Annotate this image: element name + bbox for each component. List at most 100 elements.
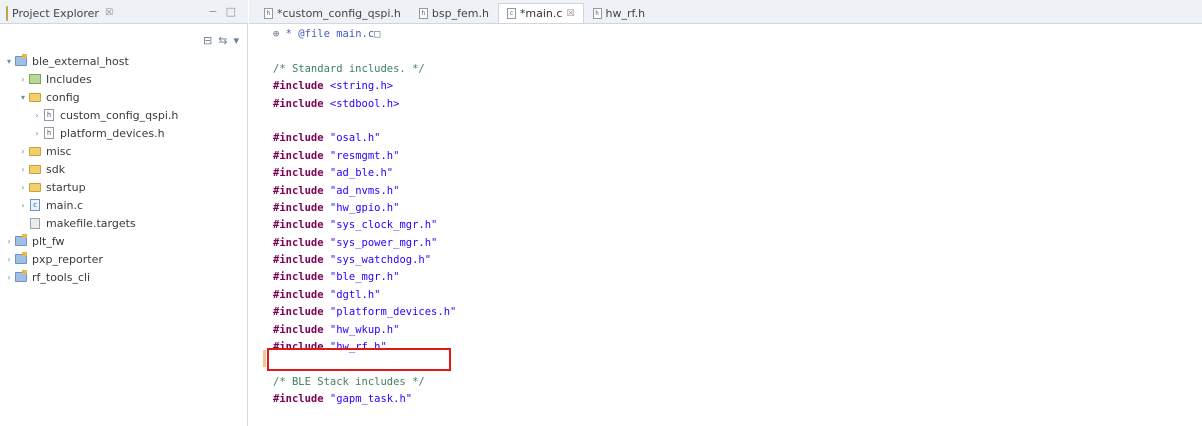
tree-item[interactable]: ▾ ble_external_host xyxy=(4,52,247,70)
code-line: #include "ad_ble.h" xyxy=(273,165,1202,182)
collapse-arrow-icon[interactable]: › xyxy=(32,111,42,120)
changed-line-marker xyxy=(263,350,266,367)
header-file-icon: h xyxy=(418,8,428,19)
expand-arrow-icon[interactable]: ▾ xyxy=(4,57,14,66)
tree-item-label: sdk xyxy=(46,162,66,176)
tab-label: bsp_fem.h xyxy=(431,7,489,20)
tree-item-label: makefile.targets xyxy=(46,216,136,230)
code-token: #include xyxy=(273,149,324,162)
tree-item-label: main.c xyxy=(46,198,84,212)
tree-item[interactable]: makefile.targets xyxy=(4,214,247,232)
tree-item[interactable]: › c main.c xyxy=(4,196,247,214)
code-line: #include "platform_devices.h" xyxy=(273,304,1202,321)
project-icon xyxy=(14,234,28,247)
code-token: #include xyxy=(273,97,324,110)
code-token: <string.h> xyxy=(329,80,394,93)
collapse-arrow-icon[interactable]: › xyxy=(18,165,28,174)
tree-item[interactable]: ▾ config xyxy=(4,88,247,106)
editor-tabbar: h *custom_config_qspi.h h bsp_fem.h c *main.c… xyxy=(249,0,1202,24)
header-file-icon: h xyxy=(592,8,602,19)
code-token: "sys_watchdog.h" xyxy=(329,254,432,267)
tab-label: Project Explorer xyxy=(12,6,99,20)
link-with-editor-icon[interactable]: ⇆ xyxy=(218,34,227,47)
collapse-all-icon[interactable]: ⊟ xyxy=(203,34,212,47)
collapse-arrow-icon[interactable]: › xyxy=(32,129,42,138)
tree-item[interactable]: › misc xyxy=(4,142,247,160)
project-icon xyxy=(14,54,28,67)
tree-item-label: rf_tools_cli xyxy=(32,270,91,284)
code-line: #include "ad_nvms.h" xyxy=(273,183,1202,200)
minimize-icon[interactable]: − xyxy=(208,5,217,18)
tab-bsp-fem-h[interactable]: h bsp_fem.h xyxy=(410,3,498,23)
tab-main-c[interactable]: c *main.c ☒ xyxy=(497,3,584,23)
code-line: #include "sys_clock_mgr.h" xyxy=(273,217,1202,234)
tree-item[interactable]: › h custom_config_qspi.h xyxy=(4,106,247,124)
code-token: /* BLE Stack includes */ xyxy=(273,375,425,388)
tree-item[interactable]: › Includes xyxy=(4,70,247,88)
folder-icon xyxy=(28,163,42,175)
code-token: #include xyxy=(273,184,324,197)
tree-item-label: plt_fw xyxy=(32,234,65,248)
code-line: #include <string.h> xyxy=(273,78,1202,95)
code-token: #include xyxy=(273,219,324,232)
collapse-arrow-icon[interactable]: › xyxy=(4,255,14,264)
tree-item[interactable]: › sdk xyxy=(4,160,247,178)
makefile-icon xyxy=(28,217,42,229)
project-explorer-tabbar: Project Explorer ☒ − □ xyxy=(0,0,248,24)
code-token: "ad_nvms.h" xyxy=(329,184,400,197)
highlight-box xyxy=(267,348,451,371)
folder-icon xyxy=(28,181,42,193)
code-line: /* Standard includes. */ xyxy=(273,61,1202,78)
tree-item[interactable]: › h platform_devices.h xyxy=(4,124,247,142)
code-token: ⊕ xyxy=(273,28,286,40)
code-token: <stdbool.h> xyxy=(329,97,400,110)
collapse-arrow-icon[interactable]: › xyxy=(18,183,28,192)
collapse-arrow-icon[interactable]: › xyxy=(18,147,28,156)
project-tree: ▾ ble_external_host › Includes ▾ config › h cust… xyxy=(4,52,247,286)
code-token: "osal.h" xyxy=(329,132,381,145)
collapse-arrow-icon[interactable]: › xyxy=(4,273,14,282)
collapse-arrow-icon[interactable]: › xyxy=(4,237,14,246)
tab-label: *main.c xyxy=(519,7,563,20)
code-line: ⊕ * @file main.c□ xyxy=(273,26,1202,43)
expand-arrow-icon[interactable]: ▾ xyxy=(18,93,28,102)
code-token: #include xyxy=(273,306,324,319)
tree-item[interactable]: › plt_fw xyxy=(4,232,247,250)
code-line: #include "osal.h" xyxy=(273,130,1202,147)
code-token: "ble_mgr.h" xyxy=(329,271,400,284)
collapse-arrow-icon[interactable]: › xyxy=(18,75,28,84)
tab-hw-rf-h[interactable]: h hw_rf.h xyxy=(584,3,655,23)
c-file-icon: c xyxy=(506,8,516,19)
code-token: "gapm_task.h" xyxy=(329,393,413,406)
code-token: #include xyxy=(273,132,324,145)
code-token: □ xyxy=(374,28,381,40)
close-icon[interactable]: ☒ xyxy=(566,9,574,19)
tab-project-explorer[interactable]: Project Explorer ☒ xyxy=(6,4,113,22)
maximize-icon[interactable]: □ xyxy=(226,5,236,18)
code-line: #include "gapm_task.h" xyxy=(273,391,1202,408)
code-line: #include "hw_gpio.h" xyxy=(273,200,1202,217)
folder-icon xyxy=(28,145,42,157)
code-line: #include "ble_mgr.h" xyxy=(273,269,1202,286)
tree-item-label: pxp_reporter xyxy=(32,252,103,266)
code-token: #include xyxy=(273,80,324,93)
code-token: #include xyxy=(273,393,324,406)
code-token: "sys_power_mgr.h" xyxy=(329,236,438,249)
collapse-arrow-icon[interactable]: › xyxy=(18,201,28,210)
code-token: /* Standard includes. */ xyxy=(273,62,425,75)
view-menu-icon[interactable]: ▾ xyxy=(233,34,239,47)
project-explorer-icon xyxy=(6,5,8,21)
tree-item[interactable]: › startup xyxy=(4,178,247,196)
tree-item[interactable]: › pxp_reporter xyxy=(4,250,247,268)
tree-item[interactable]: › rf_tools_cli xyxy=(4,268,247,286)
tree-item-label: platform_devices.h xyxy=(60,126,165,140)
code-token: #include xyxy=(273,288,324,301)
close-icon[interactable]: ☒ xyxy=(105,8,113,18)
includes-icon xyxy=(28,73,42,85)
tab-custom-config-qspi-h[interactable]: h *custom_config_qspi.h xyxy=(255,3,410,23)
code-line: #include "sys_watchdog.h" xyxy=(273,252,1202,269)
code-line: /* BLE Stack includes */ xyxy=(273,374,1202,391)
tree-item-label: ble_external_host xyxy=(32,54,129,68)
code-token: #include xyxy=(273,167,324,180)
